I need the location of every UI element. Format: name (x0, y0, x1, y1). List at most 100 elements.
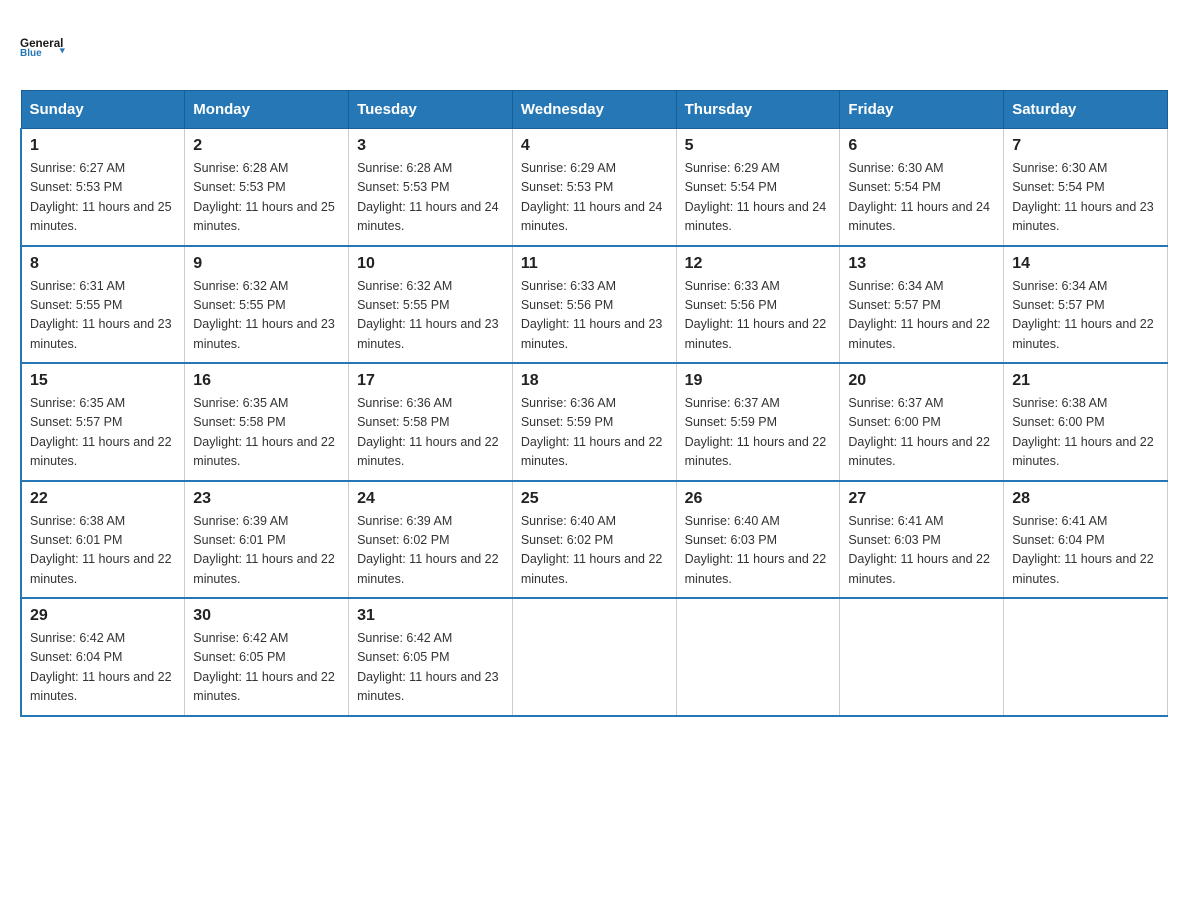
sunrise-label: Sunrise: 6:32 AM (357, 279, 452, 293)
day-info: Sunrise: 6:41 AM Sunset: 6:04 PM Dayligh… (1012, 512, 1159, 590)
day-number: 9 (193, 255, 340, 273)
weekday-header-sunday: Sunday (21, 91, 185, 129)
day-info: Sunrise: 6:40 AM Sunset: 6:02 PM Dayligh… (521, 512, 668, 590)
sunset-label: Sunset: 6:00 PM (1012, 415, 1104, 429)
daylight-label: Daylight: 11 hours and 23 minutes. (357, 317, 499, 350)
day-number: 27 (848, 490, 995, 508)
day-info: Sunrise: 6:29 AM Sunset: 5:54 PM Dayligh… (685, 159, 832, 237)
calendar-cell: 25 Sunrise: 6:40 AM Sunset: 6:02 PM Dayl… (512, 481, 676, 599)
day-number: 17 (357, 372, 504, 390)
calendar-cell: 5 Sunrise: 6:29 AM Sunset: 5:54 PM Dayli… (676, 129, 840, 246)
sunset-label: Sunset: 6:00 PM (848, 415, 940, 429)
calendar-cell: 3 Sunrise: 6:28 AM Sunset: 5:53 PM Dayli… (349, 129, 513, 246)
day-info: Sunrise: 6:34 AM Sunset: 5:57 PM Dayligh… (848, 277, 995, 355)
sunrise-label: Sunrise: 6:36 AM (521, 396, 616, 410)
calendar-cell: 2 Sunrise: 6:28 AM Sunset: 5:53 PM Dayli… (185, 129, 349, 246)
calendar-cell: 16 Sunrise: 6:35 AM Sunset: 5:58 PM Dayl… (185, 363, 349, 481)
calendar-cell: 23 Sunrise: 6:39 AM Sunset: 6:01 PM Dayl… (185, 481, 349, 599)
calendar-cell: 4 Sunrise: 6:29 AM Sunset: 5:53 PM Dayli… (512, 129, 676, 246)
day-info: Sunrise: 6:38 AM Sunset: 6:00 PM Dayligh… (1012, 394, 1159, 472)
day-info: Sunrise: 6:28 AM Sunset: 5:53 PM Dayligh… (193, 159, 340, 237)
daylight-label: Daylight: 11 hours and 23 minutes. (521, 317, 663, 350)
daylight-label: Daylight: 11 hours and 25 minutes. (193, 200, 335, 233)
sunset-label: Sunset: 5:56 PM (685, 298, 777, 312)
daylight-label: Daylight: 11 hours and 22 minutes. (521, 435, 663, 468)
sunrise-label: Sunrise: 6:33 AM (521, 279, 616, 293)
sunset-label: Sunset: 6:04 PM (30, 650, 122, 664)
daylight-label: Daylight: 11 hours and 24 minutes. (357, 200, 499, 233)
calendar-cell: 30 Sunrise: 6:42 AM Sunset: 6:05 PM Dayl… (185, 598, 349, 716)
day-number: 10 (357, 255, 504, 273)
sunset-label: Sunset: 5:55 PM (193, 298, 285, 312)
day-number: 29 (30, 607, 176, 625)
daylight-label: Daylight: 11 hours and 23 minutes. (357, 670, 499, 703)
sunrise-label: Sunrise: 6:29 AM (685, 161, 780, 175)
day-info: Sunrise: 6:32 AM Sunset: 5:55 PM Dayligh… (357, 277, 504, 355)
daylight-label: Daylight: 11 hours and 24 minutes. (521, 200, 663, 233)
weekday-header-saturday: Saturday (1004, 91, 1168, 129)
sunrise-label: Sunrise: 6:35 AM (30, 396, 125, 410)
sunset-label: Sunset: 5:53 PM (193, 180, 285, 194)
calendar-cell: 8 Sunrise: 6:31 AM Sunset: 5:55 PM Dayli… (21, 246, 185, 364)
weekday-header-friday: Friday (840, 91, 1004, 129)
calendar-cell: 31 Sunrise: 6:42 AM Sunset: 6:05 PM Dayl… (349, 598, 513, 716)
sunset-label: Sunset: 5:54 PM (1012, 180, 1104, 194)
daylight-label: Daylight: 11 hours and 23 minutes. (193, 317, 335, 350)
day-info: Sunrise: 6:30 AM Sunset: 5:54 PM Dayligh… (848, 159, 995, 237)
calendar-cell (840, 598, 1004, 716)
day-info: Sunrise: 6:39 AM Sunset: 6:02 PM Dayligh… (357, 512, 504, 590)
day-number: 13 (848, 255, 995, 273)
sunrise-label: Sunrise: 6:42 AM (30, 631, 125, 645)
day-info: Sunrise: 6:28 AM Sunset: 5:53 PM Dayligh… (357, 159, 504, 237)
day-info: Sunrise: 6:42 AM Sunset: 6:05 PM Dayligh… (357, 629, 504, 707)
sunrise-label: Sunrise: 6:41 AM (1012, 514, 1107, 528)
calendar-cell: 9 Sunrise: 6:32 AM Sunset: 5:55 PM Dayli… (185, 246, 349, 364)
daylight-label: Daylight: 11 hours and 22 minutes. (30, 552, 172, 585)
calendar-cell: 22 Sunrise: 6:38 AM Sunset: 6:01 PM Dayl… (21, 481, 185, 599)
weekday-header-monday: Monday (185, 91, 349, 129)
day-info: Sunrise: 6:27 AM Sunset: 5:53 PM Dayligh… (30, 159, 176, 237)
day-info: Sunrise: 6:36 AM Sunset: 5:58 PM Dayligh… (357, 394, 504, 472)
day-info: Sunrise: 6:31 AM Sunset: 5:55 PM Dayligh… (30, 277, 176, 355)
svg-text:Blue: Blue (20, 48, 42, 59)
calendar-cell: 11 Sunrise: 6:33 AM Sunset: 5:56 PM Dayl… (512, 246, 676, 364)
day-info: Sunrise: 6:33 AM Sunset: 5:56 PM Dayligh… (685, 277, 832, 355)
day-number: 5 (685, 137, 832, 155)
day-number: 25 (521, 490, 668, 508)
day-info: Sunrise: 6:40 AM Sunset: 6:03 PM Dayligh… (685, 512, 832, 590)
daylight-label: Daylight: 11 hours and 22 minutes. (848, 317, 990, 350)
sunrise-label: Sunrise: 6:41 AM (848, 514, 943, 528)
sunset-label: Sunset: 5:55 PM (357, 298, 449, 312)
calendar-header: SundayMondayTuesdayWednesdayThursdayFrid… (21, 91, 1168, 129)
page-header: General Blue (20, 20, 1168, 70)
weekday-header-tuesday: Tuesday (349, 91, 513, 129)
sunrise-label: Sunrise: 6:34 AM (1012, 279, 1107, 293)
sunset-label: Sunset: 5:56 PM (521, 298, 613, 312)
sunrise-label: Sunrise: 6:35 AM (193, 396, 288, 410)
sunset-label: Sunset: 6:03 PM (685, 533, 777, 547)
daylight-label: Daylight: 11 hours and 22 minutes. (1012, 552, 1154, 585)
calendar-week-row: 29 Sunrise: 6:42 AM Sunset: 6:04 PM Dayl… (21, 598, 1168, 716)
sunset-label: Sunset: 5:57 PM (848, 298, 940, 312)
sunrise-label: Sunrise: 6:28 AM (357, 161, 452, 175)
sunset-label: Sunset: 5:53 PM (357, 180, 449, 194)
sunset-label: Sunset: 6:01 PM (30, 533, 122, 547)
day-number: 3 (357, 137, 504, 155)
calendar-cell: 19 Sunrise: 6:37 AM Sunset: 5:59 PM Dayl… (676, 363, 840, 481)
daylight-label: Daylight: 11 hours and 23 minutes. (1012, 200, 1154, 233)
daylight-label: Daylight: 11 hours and 22 minutes. (1012, 435, 1154, 468)
calendar-cell: 15 Sunrise: 6:35 AM Sunset: 5:57 PM Dayl… (21, 363, 185, 481)
sunrise-label: Sunrise: 6:27 AM (30, 161, 125, 175)
daylight-label: Daylight: 11 hours and 22 minutes. (30, 670, 172, 703)
daylight-label: Daylight: 11 hours and 22 minutes. (848, 552, 990, 585)
calendar-cell: 21 Sunrise: 6:38 AM Sunset: 6:00 PM Dayl… (1004, 363, 1168, 481)
logo-image: General Blue (20, 20, 70, 70)
day-info: Sunrise: 6:32 AM Sunset: 5:55 PM Dayligh… (193, 277, 340, 355)
day-number: 6 (848, 137, 995, 155)
daylight-label: Daylight: 11 hours and 24 minutes. (685, 200, 827, 233)
day-number: 4 (521, 137, 668, 155)
day-info: Sunrise: 6:38 AM Sunset: 6:01 PM Dayligh… (30, 512, 176, 590)
sunrise-label: Sunrise: 6:37 AM (848, 396, 943, 410)
sunset-label: Sunset: 6:01 PM (193, 533, 285, 547)
day-number: 12 (685, 255, 832, 273)
